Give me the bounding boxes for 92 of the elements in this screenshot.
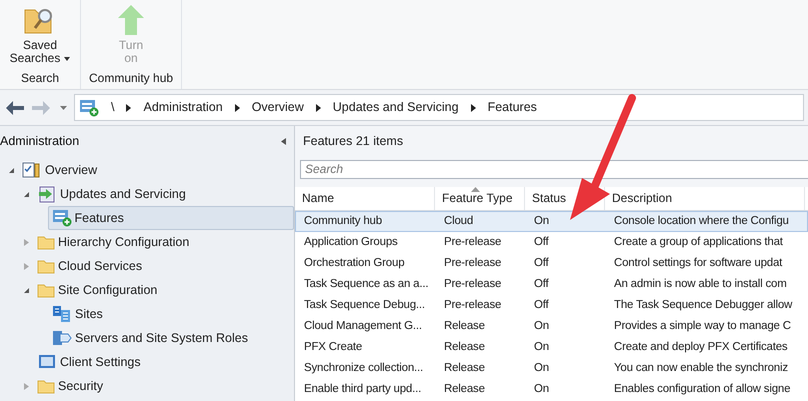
folder-icon bbox=[37, 258, 55, 274]
table-cell-text: Pre-release bbox=[443, 234, 502, 250]
table-row[interactable]: Task Sequence Debug... Pre-release Off The Task Sequence Debugger allow bbox=[295, 295, 808, 316]
table-cell-text: Release bbox=[443, 318, 486, 334]
table-row[interactable]: Application Groups Pre-release Off Create a group of applications that bbox=[295, 232, 808, 253]
sort-arrow-icon bbox=[471, 187, 480, 192]
table-row[interactable]: Synchronize collection... Release On You can now enable the synchroniz bbox=[295, 358, 808, 379]
feature-list-icon bbox=[79, 98, 99, 116]
table-cell-text: On bbox=[533, 382, 550, 397]
feature-list-icon bbox=[52, 209, 72, 227]
table-cell-text: Release bbox=[443, 360, 486, 376]
tree-item[interactable]: Updates and Servicing bbox=[33, 182, 195, 206]
table-cell-text: Application Groups bbox=[303, 234, 399, 250]
table-row[interactable]: Enable third party upd... Release On Enables configuration of allow signe bbox=[295, 379, 808, 400]
table-cell-text: PFX Create bbox=[303, 340, 364, 355]
table-cell-text: On bbox=[533, 214, 550, 229]
chevron-icon bbox=[126, 104, 132, 112]
table-cell-text: An admin is now able to install com bbox=[613, 276, 787, 292]
settings-icon bbox=[37, 353, 57, 371]
table-row[interactable]: Orchestration Group Pre-release Off Control settings for software updat bbox=[295, 253, 808, 274]
ribbon-group-label: Search bbox=[20, 70, 60, 87]
column-header[interactable]: Feature Type bbox=[435, 187, 525, 210]
tree-item[interactable]: Sites bbox=[48, 302, 112, 326]
ribbon-button[interactable]: Saved Searches bbox=[8, 4, 72, 69]
table-cell-text: Enables configuration of allow signe bbox=[613, 382, 790, 397]
tree-item[interactable]: Overview bbox=[18, 158, 106, 182]
breadcrumb-link[interactable]: Overview bbox=[252, 98, 304, 117]
table-cell-text: Create and deploy PFX Certificates bbox=[613, 340, 788, 355]
table-row[interactable]: Community hub Cloud On Console location where the Configu bbox=[295, 211, 808, 232]
table-cell-text: Create a group of applications that bbox=[613, 234, 783, 250]
chevron-icon bbox=[316, 104, 321, 112]
table-cell-text: Orchestration Group bbox=[303, 256, 406, 271]
table-cell-text: Synchronize collection... bbox=[303, 360, 424, 376]
table-cell-text: Pre-release bbox=[443, 298, 502, 313]
expanded-arrow-icon[interactable] bbox=[22, 286, 30, 294]
table-cell-text: Community hub bbox=[303, 214, 383, 229]
tree-item[interactable]: Cloud Services bbox=[33, 254, 152, 278]
forward-arrow-icon bbox=[32, 100, 50, 114]
table-cell-text: Release bbox=[443, 340, 486, 355]
chevron-icon bbox=[234, 104, 240, 112]
folder-icon bbox=[37, 378, 55, 394]
table-cell-text: Task Sequence as an a... bbox=[303, 276, 430, 292]
ribbon-group-label: Community hub bbox=[89, 70, 174, 87]
search-field[interactable]: Search bbox=[300, 160, 808, 178]
tree-item[interactable]: Servers and Site System Roles bbox=[48, 326, 257, 350]
caret-icon bbox=[64, 56, 70, 61]
table-cell-text: On bbox=[533, 318, 550, 334]
server-icon bbox=[52, 329, 72, 347]
table-cell-text: Off bbox=[533, 298, 550, 313]
table-cell-text: Console location where the Configu bbox=[613, 214, 789, 229]
breadcrumb-link[interactable]: \ bbox=[111, 98, 114, 117]
breadcrumb-link[interactable]: Features bbox=[488, 98, 537, 117]
table-cell-text: Enable third party upd... bbox=[303, 382, 422, 397]
table-cell-text: On bbox=[533, 340, 550, 355]
table-cell-text: Off bbox=[533, 256, 550, 271]
pane-title: Administration bbox=[0, 132, 80, 150]
list-title: Features 21 items bbox=[303, 132, 404, 150]
table-cell-text: Release bbox=[443, 382, 486, 397]
expanded-arrow-icon[interactable] bbox=[22, 190, 30, 198]
collapse-icon[interactable] bbox=[281, 138, 286, 144]
table-cell-text: Cloud bbox=[443, 214, 474, 229]
table-cell-text: Pre-release bbox=[443, 276, 502, 292]
table-row[interactable]: PFX Create Release On Create and deploy PFX Certificates bbox=[295, 337, 808, 358]
expanded-arrow-icon[interactable] bbox=[8, 166, 14, 174]
folder-icon bbox=[37, 234, 55, 250]
table-cell-text: On bbox=[533, 360, 550, 376]
table-row[interactable]: Cloud Management G... Release On Provides a simple way to manage C bbox=[295, 316, 808, 337]
table-cell-text: Off bbox=[533, 276, 550, 292]
site-grid-icon bbox=[52, 305, 72, 323]
tree-item[interactable]: Features bbox=[48, 206, 294, 230]
up-arrow-icon bbox=[116, 4, 146, 36]
table-cell-text: Control settings for software updat bbox=[613, 256, 782, 271]
table-cell-text: Task Sequence Debug... bbox=[303, 298, 426, 313]
column-header[interactable]: Name bbox=[295, 187, 435, 210]
table-cell-text: Pre-release bbox=[443, 256, 502, 271]
table-cell-text: Provides a simple way to manage C bbox=[613, 318, 791, 334]
table-cell-text: You can now enable the synchroniz bbox=[613, 360, 788, 376]
tree-item[interactable]: Hierarchy Configuration bbox=[33, 230, 198, 254]
caret-icon bbox=[60, 106, 66, 110]
breadcrumb-link[interactable]: Administration bbox=[143, 98, 223, 117]
tree-item[interactable]: Security bbox=[33, 374, 112, 398]
folder-icon bbox=[37, 282, 55, 298]
breadcrumb-link[interactable]: Updates and Servicing bbox=[332, 98, 459, 117]
chevron-icon bbox=[470, 104, 476, 112]
table-cell-text: The Task Sequence Debugger allow bbox=[613, 298, 792, 313]
tree-item[interactable]: Site Configuration bbox=[33, 278, 166, 302]
table-cell-text: Off bbox=[533, 234, 550, 250]
back-arrow-icon bbox=[6, 100, 24, 114]
checklist-icon bbox=[22, 161, 42, 179]
table-cell-text: Cloud Management G... bbox=[303, 318, 423, 334]
table-row[interactable]: Task Sequence as an a... Pre-release Off An admin is now able to install com bbox=[295, 274, 808, 295]
tree-item[interactable]: Client Settings bbox=[33, 350, 150, 374]
